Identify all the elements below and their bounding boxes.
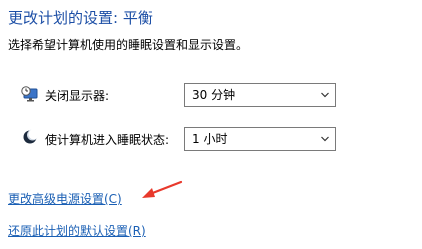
monitor-clock-icon [21, 85, 39, 103]
turn-off-display-value: 30 分钟 [192, 88, 236, 102]
page-title: 更改计划的设置: 平衡 [8, 9, 153, 27]
advanced-power-settings-link[interactable]: 更改高级电源设置(C) [8, 190, 122, 207]
page-subtitle: 选择希望计算机使用的睡眠设置和显示设置。 [8, 38, 249, 52]
sleep-label: 使计算机进入睡眠状态: [45, 133, 170, 147]
chevron-down-icon [321, 92, 329, 98]
moon-sleep-icon [21, 128, 39, 146]
annotation-arrow [142, 180, 183, 198]
restore-defaults-link[interactable]: 还原此计划的默认设置(R) [8, 222, 146, 239]
chevron-down-icon [321, 136, 329, 142]
turn-off-display-label: 关闭显示器: [45, 89, 110, 103]
sleep-value: 1 小时 [192, 132, 228, 146]
turn-off-display-select[interactable]: 30 分钟 [184, 83, 336, 107]
sleep-select[interactable]: 1 小时 [184, 127, 336, 151]
